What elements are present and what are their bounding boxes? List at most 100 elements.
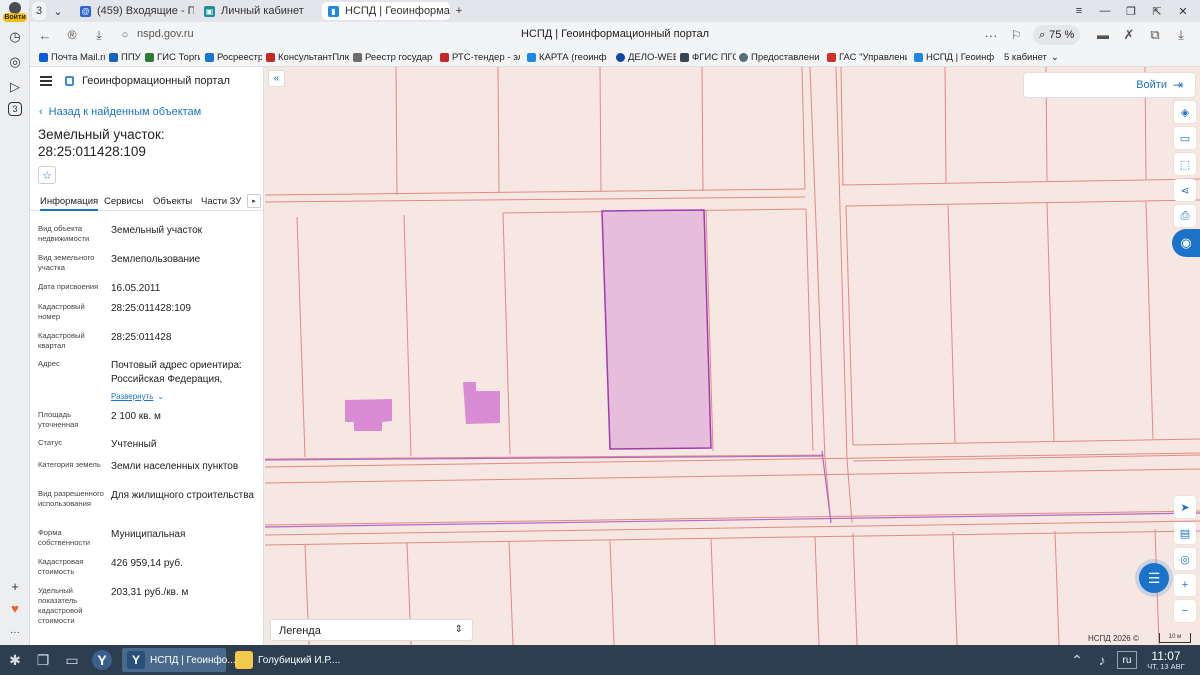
messenger-icon[interactable]: ◎	[5, 52, 25, 72]
pip-icon[interactable]: ▬	[1094, 26, 1112, 44]
scale-bar: 10 м	[1159, 633, 1191, 643]
rail-login-button[interactable]: Войти	[3, 2, 27, 22]
print-icon[interactable]: ⎙	[1174, 205, 1196, 227]
share-icon[interactable]: ⋖	[1174, 179, 1196, 201]
browser-menu-icon[interactable]: ≡	[1070, 3, 1088, 19]
selected-parcel[interactable]	[601, 209, 712, 450]
url-field[interactable]: nspd.gov.ru	[137, 28, 194, 40]
taskbar-app-folder[interactable]: Голубицкий И.Р....	[230, 648, 340, 672]
tools-icon[interactable]: ✗	[1120, 26, 1138, 44]
building-footprint[interactable]	[345, 399, 392, 431]
tab-bar: 3 ⌄ @ (459) Входящие - Почта М ▣ Личный …	[30, 0, 1200, 22]
clock-time[interactable]: 11:07	[1146, 649, 1186, 663]
zoom-in-icon[interactable]: +	[1174, 574, 1196, 596]
panel-tabs: Информация Сервисы Объекты Части ЗУ ▸	[30, 193, 263, 211]
bookmark-item[interactable]: Реестр государст	[353, 51, 433, 64]
folder-icon	[235, 651, 253, 669]
chevron-down-icon: ⌄	[1050, 52, 1059, 63]
window-pin-icon[interactable]: ⇱	[1148, 3, 1166, 19]
map-canvas[interactable]	[265, 67, 1200, 645]
ruler-icon[interactable]: ▭	[1174, 127, 1196, 149]
cabinet-icon: ▣	[204, 5, 215, 17]
bookmark-item[interactable]: 5 кабинет ⌄	[1004, 51, 1062, 64]
volume-icon[interactable]: ♪	[1092, 650, 1112, 670]
taskbar-app-nspd[interactable]: Y НСПД | Геоинфо...	[122, 648, 236, 672]
file-manager-icon[interactable]: ▭	[62, 650, 82, 670]
download-icon[interactable]: ⤓	[90, 26, 108, 44]
nspd-icon: ▮	[328, 5, 339, 17]
bookmark-icon[interactable]: ⚐	[1007, 26, 1025, 44]
rail-login-label: Войти	[3, 13, 27, 22]
history-icon[interactable]: ◷	[5, 27, 25, 47]
window-restore-icon[interactable]: ❐	[1122, 3, 1140, 19]
tab-information[interactable]: Информация	[40, 196, 99, 211]
yandex-browser-icon: Y	[127, 651, 145, 669]
back-to-results-link[interactable]: ‹ Назад к найденным объектам	[39, 106, 201, 118]
start-menu-icon[interactable]: ✱	[5, 650, 25, 670]
windows-switch-icon[interactable]: ❐	[33, 650, 53, 670]
expand-address-link[interactable]: Развернуть ⌄	[111, 392, 164, 401]
bookmark-item[interactable]: ППУ	[109, 51, 141, 64]
basemap-icon[interactable]: ▤	[1174, 522, 1196, 544]
navigate-icon[interactable]: ➤	[1174, 496, 1196, 518]
legend-dropdown[interactable]: Легенда ⇕	[270, 619, 473, 641]
tab-counter[interactable]: 3	[32, 2, 46, 20]
bookmark-item[interactable]: НСПД | Геоинфор	[914, 51, 994, 64]
favorite-star-icon[interactable]: ☆	[38, 166, 56, 184]
bookmark-item[interactable]: ГАС "Управление	[827, 51, 907, 64]
login-icon: ⇥	[1173, 78, 1184, 92]
extensions-icon[interactable]: ⧉	[1146, 26, 1164, 44]
bookmark-item[interactable]: ГИС Торги	[145, 51, 200, 64]
window-minimize-icon[interactable]: —	[1096, 3, 1114, 19]
bookmark-item[interactable]: Росреестр	[205, 51, 262, 64]
tab-nspd[interactable]: ▮ НСПД | Геоинформаци ✕	[322, 2, 450, 20]
object-info-panel: Геоинформационный портал ‹ Назад к найден…	[30, 67, 264, 645]
zoom-out-icon[interactable]: −	[1174, 600, 1196, 622]
select-area-icon[interactable]: ⬚	[1174, 153, 1196, 175]
tray-expand-icon[interactable]: ⌃	[1067, 650, 1087, 670]
locate-icon[interactable]: ◎	[1174, 548, 1196, 570]
bookmark-item[interactable]: КонсультантПлюс	[266, 51, 349, 64]
yandex-browser-icon[interactable]: Y	[92, 650, 112, 670]
bookmark-item[interactable]: РТС-тендер - эле	[440, 51, 520, 64]
menu-icon[interactable]	[40, 76, 52, 86]
bookmark-item[interactable]: ФГИС ПГС	[680, 51, 736, 64]
login-button[interactable]: Войти ⇥	[1023, 72, 1196, 98]
chevron-left-icon: ‹	[39, 106, 43, 118]
more-icon[interactable]: ···	[982, 26, 1000, 44]
heart-icon[interactable]: ♥	[5, 598, 25, 618]
yandex-key-icon[interactable]: ®	[63, 26, 81, 44]
add-panel-icon[interactable]: +	[5, 576, 25, 596]
cadastral-map[interactable]: « Войти ⇥ ◈ ▭ ⬚ ⋖ ⎙ ◉ ➤ ▤ ◎ + − ☰ Легенд…	[265, 67, 1200, 645]
site-security-icon[interactable]: ○	[116, 26, 134, 44]
building-footprint[interactable]	[463, 382, 500, 424]
downloads-icon[interactable]: ⤓	[1172, 26, 1190, 44]
tab-services[interactable]: Сервисы	[104, 196, 143, 207]
more-icon[interactable]: ···	[5, 622, 25, 642]
chat-icon[interactable]: ☰	[1139, 563, 1169, 593]
tab-objects[interactable]: Объекты	[153, 196, 192, 207]
new-tab-button[interactable]: +	[450, 3, 468, 19]
bookmark-item[interactable]: КАРТА (геоинфо	[527, 51, 607, 64]
tab-cabinet[interactable]: ▣ Личный кабинет	[198, 2, 316, 20]
rail-badge-count[interactable]: 3	[8, 102, 22, 116]
bookmark-item[interactable]: Почта Mail.ru	[39, 51, 105, 64]
geo-analysis-icon[interactable]: ◉	[1172, 229, 1200, 257]
bookmark-item[interactable]: ДЕЛО-WEB	[616, 51, 676, 64]
play-icon[interactable]: ▷	[5, 77, 25, 97]
back-icon[interactable]: ←	[36, 26, 54, 44]
bookmark-item[interactable]: Предоставление	[739, 51, 819, 64]
clock-date: ЧТ, 13 АВГ	[1147, 662, 1185, 671]
address-bar: ← ® ⤓ ○ nspd.gov.ru НСПД | Геоинформацио…	[30, 22, 1200, 48]
chevron-right-icon[interactable]: ▸	[247, 194, 261, 208]
tab-list-chevron-icon[interactable]: ⌄	[50, 2, 66, 20]
mail-icon: @	[80, 5, 91, 17]
tab-mail[interactable]: @ (459) Входящие - Почта М	[74, 2, 194, 20]
tab-parts[interactable]: Части ЗУ	[201, 196, 241, 207]
portal-name: Геоинформационный портал	[82, 75, 230, 87]
language-indicator[interactable]: ru	[1117, 651, 1137, 669]
layers-icon[interactable]: ◈	[1174, 101, 1196, 123]
collapse-panel-icon[interactable]: «	[268, 70, 285, 87]
zoom-level[interactable]: ⌕ 75 %	[1033, 25, 1081, 45]
window-close-icon[interactable]: ✕	[1174, 3, 1192, 19]
